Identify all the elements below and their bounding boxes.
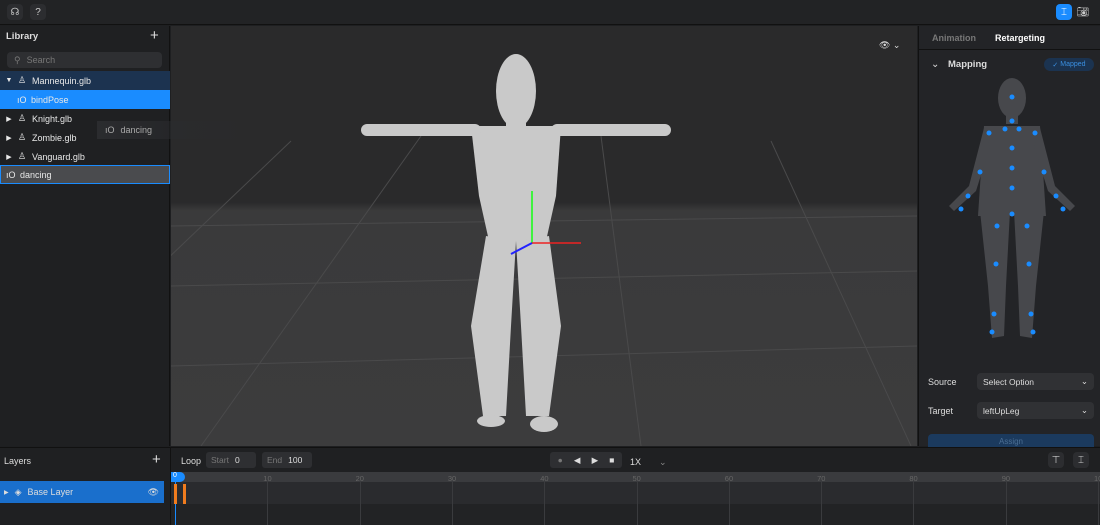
timeline-tick-label: 40 xyxy=(540,474,549,483)
add-layer-button[interactable]: + xyxy=(152,451,161,468)
mapped-badge: ✓ Mapped xyxy=(1044,58,1094,71)
person-icon: ♙ xyxy=(18,132,27,142)
mannequin-model[interactable] xyxy=(361,54,671,432)
timeline-tool-button[interactable]: ⊤ xyxy=(1048,452,1064,468)
playback-controls: ● ◀ ▶ ■ xyxy=(550,452,622,468)
retargeting-panel: Animation Retargeting ⌄ Mapping ✓ Mapped … xyxy=(918,26,1100,448)
timeline-tick-label: 60 xyxy=(724,474,734,483)
library-item-dancing[interactable]: ıO dancing xyxy=(0,165,170,184)
visibility-dropdown[interactable]: 👁︎ ⌄ xyxy=(879,40,900,51)
brain-icon-button[interactable]: ☊ xyxy=(7,4,23,20)
animation-icon: ıO xyxy=(17,94,27,105)
caret-right-icon[interactable]: ▶ xyxy=(0,115,18,123)
library-item-vanguard[interactable]: ▶ ♙ Vanguard.glb xyxy=(0,147,170,166)
assign-button[interactable]: Assign xyxy=(928,434,1094,448)
chevron-down-icon: ⌄ xyxy=(1080,405,1088,415)
search-icon: ⚲ xyxy=(14,54,21,65)
timeline-tick-label: 10 xyxy=(263,474,272,483)
keyframe[interactable] xyxy=(183,484,186,504)
source-select[interactable]: Select Option ⌄ xyxy=(977,373,1094,390)
chevron-down-icon: ⌄ xyxy=(659,457,667,467)
record-button[interactable]: ● xyxy=(558,455,563,465)
keyframe[interactable] xyxy=(174,484,177,504)
rewind-button[interactable]: ◀ xyxy=(574,455,581,466)
person-icon: ♙ xyxy=(18,75,27,85)
library-item-bindpose[interactable]: ıO bindPose xyxy=(0,90,170,109)
top-bar: ☊ ? ⌶ 📷︎ xyxy=(0,0,1100,25)
chevron-down-icon: ⌄ xyxy=(1080,376,1088,386)
person-icon: ♙ xyxy=(18,151,27,161)
end-field[interactable]: End 100 xyxy=(262,452,312,468)
camera-icon[interactable]: 📷︎ xyxy=(1075,4,1091,20)
source-label: Source xyxy=(928,377,957,387)
timeline-tick-label: 80 xyxy=(909,474,918,483)
timeline-tick-label: 50 xyxy=(632,474,641,483)
help-button[interactable]: ? xyxy=(30,4,46,20)
layers-icon: ◈ xyxy=(14,486,22,497)
play-button[interactable]: ▶ xyxy=(592,455,599,466)
layers-title: Layers xyxy=(4,456,32,466)
tab-retargeting[interactable]: Retargeting xyxy=(995,33,1045,43)
retarget-mode-button[interactable]: ⌶ xyxy=(1056,4,1072,20)
check-icon: ✓ xyxy=(1052,61,1059,69)
library-item-mannequin[interactable]: ▼ ♙ Mannequin.glb xyxy=(0,71,170,90)
library-title: Library xyxy=(6,31,39,42)
drag-ghost: ıO dancing xyxy=(97,121,247,139)
target-select[interactable]: leftUpLeg ⌄ xyxy=(977,402,1094,419)
timeline-tick-label: 90 xyxy=(1001,474,1011,483)
eye-icon[interactable]: 👁︎ xyxy=(148,487,159,498)
speed-select[interactable]: 1X ⌄ xyxy=(630,457,667,468)
stop-button[interactable]: ■ xyxy=(609,455,614,465)
caret-right-icon[interactable]: ▶ xyxy=(0,153,18,161)
bottom-panel: Layers + ▶ ◈ Base Layer 👁︎ Loop Start 0 End… xyxy=(0,447,1100,525)
timeline-tick-label: 70 xyxy=(817,474,826,483)
animation-icon: ıO xyxy=(6,169,16,180)
add-asset-button[interactable]: + xyxy=(150,27,159,44)
timeline-tick-label: 30 xyxy=(447,474,457,483)
layer-item-base[interactable]: ▶ ◈ Base Layer 👁︎ xyxy=(0,481,164,503)
timeline-track[interactable]: 10 20 30 40 50 60 70 80 90 100 0 xyxy=(171,472,1100,525)
scene-grid xyxy=(171,54,917,446)
caret-right-icon[interactable]: ▶ xyxy=(0,134,18,142)
library-panel: Library + ⚲ Search ▼ ♙ Mannequin.glb ıO bind… xyxy=(0,26,170,446)
start-field[interactable]: Start 0 xyxy=(206,452,256,468)
timeline-tick-label: 20 xyxy=(355,474,364,483)
target-label: Target xyxy=(928,406,954,416)
person-icon: ♙ xyxy=(18,113,27,123)
tab-animation[interactable]: Animation xyxy=(932,33,976,43)
timeline-fit-button[interactable]: ⌶ xyxy=(1073,452,1089,468)
loop-label[interactable]: Loop xyxy=(181,456,201,466)
mapping-title: Mapping xyxy=(948,59,988,70)
caret-down-icon[interactable]: ▼ xyxy=(0,77,18,84)
collapse-chevron-icon[interactable]: ⌄ xyxy=(931,59,939,70)
caret-right-icon[interactable]: ▶ xyxy=(4,489,9,496)
animation-icon: ıO xyxy=(105,125,115,135)
timeline-tick-label: 100 xyxy=(1094,474,1100,483)
body-map[interactable] xyxy=(944,76,1079,346)
3d-viewport[interactable]: 👁︎ ⌄ xyxy=(171,26,917,446)
playhead[interactable]: 0 xyxy=(171,472,185,482)
search-input[interactable]: ⚲ Search xyxy=(7,52,162,68)
